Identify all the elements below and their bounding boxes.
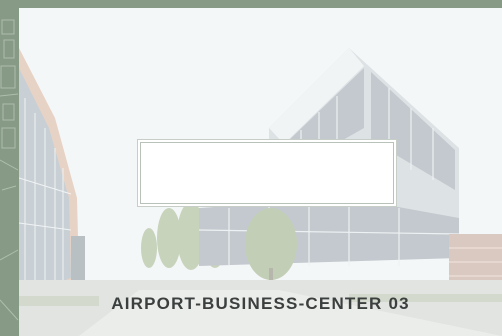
neighbor-card-edge: [0, 0, 19, 336]
card-title[interactable]: AIRPORT-BUSINESS-CENTER 03: [19, 294, 502, 314]
sketch-illustration: [0, 19, 19, 321]
logo-placeholder: [140, 142, 394, 204]
page-frame-top: [0, 0, 502, 8]
project-card[interactable]: AIRPORT-BUSINESS-CENTER 03: [19, 8, 502, 336]
